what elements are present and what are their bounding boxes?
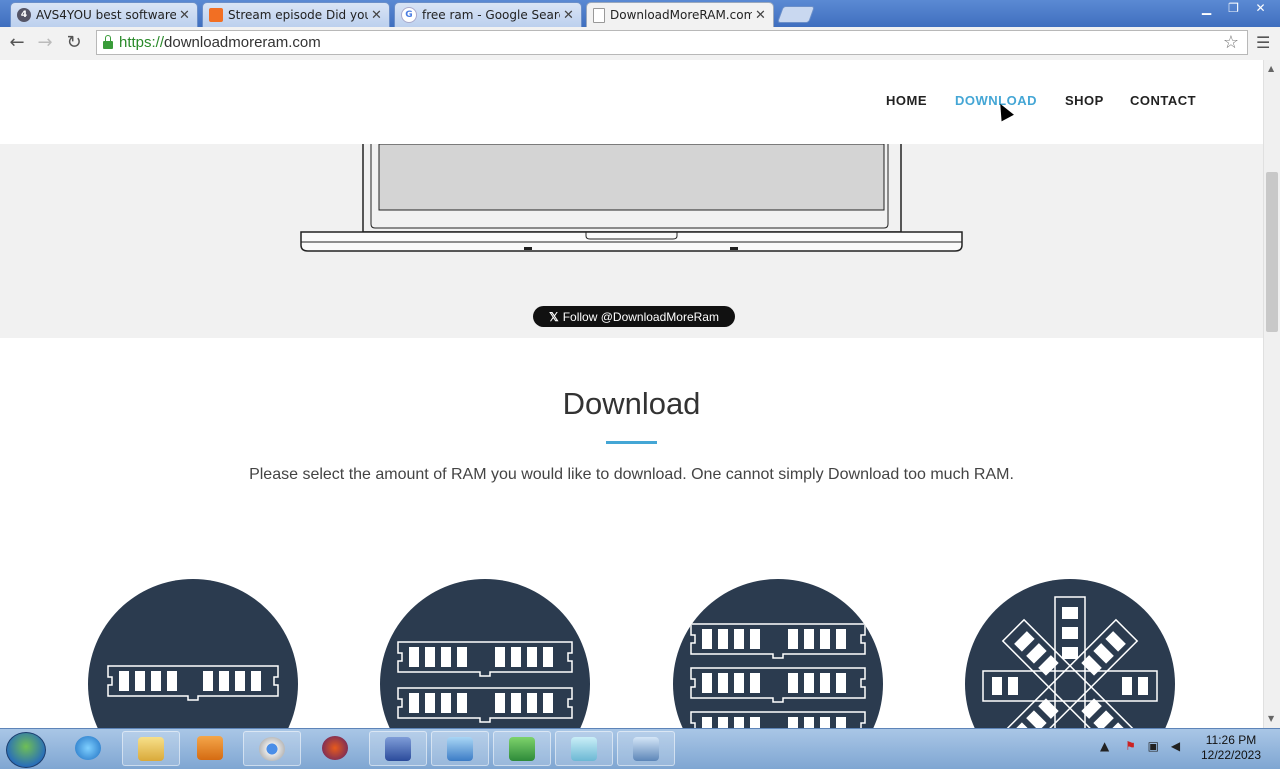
- url-text: https://downloadmoreram.com: [119, 34, 321, 51]
- ram-option-3-sticks[interactable]: [673, 579, 883, 728]
- taskbar-chrome[interactable]: [243, 731, 301, 766]
- close-icon[interactable]: ✕: [371, 8, 383, 23]
- bookmark-star-icon[interactable]: ☆: [1223, 32, 1239, 53]
- page-icon: [593, 7, 605, 23]
- app-icon: [571, 737, 597, 761]
- flag-icon[interactable]: ⚑: [1125, 739, 1136, 753]
- tab-title: free ram - Google Search: [422, 8, 560, 22]
- ram-option-2-sticks[interactable]: [380, 579, 590, 728]
- tab-title: AVS4YOU best software fo: [36, 8, 176, 22]
- page-viewport: HOME DOWNLOAD SHOP CONTACT 𝕏 Follow @Dow…: [0, 60, 1263, 728]
- taskbar-keyboard[interactable]: [369, 731, 427, 766]
- x-logo-icon: 𝕏: [549, 309, 559, 324]
- tab-downloadmoreram[interactable]: DownloadMoreRAM.com ✕: [586, 2, 774, 27]
- soundcloud-icon: [209, 8, 223, 22]
- close-icon[interactable]: ✕: [563, 8, 575, 23]
- clock-time: 11:26 PM: [1205, 733, 1257, 747]
- follow-label: Follow @DownloadMoreRam: [562, 309, 719, 324]
- ram-option-many-sticks[interactable]: [965, 579, 1175, 728]
- address-bar[interactable]: https://downloadmoreram.com ☆: [96, 30, 1248, 55]
- network-icon: [633, 737, 659, 761]
- nav-contact[interactable]: CONTACT: [1130, 93, 1196, 108]
- close-window-icon[interactable]: ✕: [1247, 0, 1274, 18]
- google-icon: G: [401, 7, 417, 23]
- ram-stick-icon: [107, 665, 279, 701]
- close-icon[interactable]: ✕: [179, 8, 191, 23]
- taskbar-media-player[interactable]: [182, 731, 240, 766]
- minimize-icon[interactable]: ▁: [1193, 0, 1220, 18]
- close-icon[interactable]: ✕: [755, 8, 767, 23]
- lock-icon: [103, 34, 113, 49]
- scroll-thumb[interactable]: [1266, 172, 1278, 332]
- restore-icon[interactable]: ❐: [1220, 0, 1247, 18]
- taskbar-control-panel[interactable]: [431, 731, 489, 766]
- new-tab-button[interactable]: [776, 6, 816, 23]
- taskbar-sync[interactable]: [493, 731, 551, 766]
- clock[interactable]: 11:26 PM 12/22/2023: [1196, 733, 1266, 763]
- window-controls: ▁ ❐ ✕: [1193, 0, 1274, 18]
- clock-date: 12/22/2023: [1200, 748, 1262, 762]
- ram-three-sticks-icon: [690, 623, 866, 728]
- volume-icon[interactable]: ◀: [1171, 739, 1180, 753]
- keyboard-icon: [385, 737, 411, 761]
- internet-explorer-icon: [75, 736, 101, 760]
- tab-title: Stream episode Did you p: [228, 8, 368, 22]
- section-title: Download: [562, 386, 701, 421]
- ram-option-1-stick[interactable]: [88, 579, 298, 728]
- nav-shop[interactable]: SHOP: [1065, 93, 1104, 108]
- control-panel-icon: [447, 737, 473, 761]
- hero-section: 𝕏 Follow @DownloadMoreRam: [0, 143, 1263, 338]
- scroll-up-icon[interactable]: ▲: [1268, 64, 1274, 73]
- menu-icon[interactable]: ☰: [1256, 33, 1270, 52]
- media-player-icon: [197, 736, 223, 760]
- twitter-follow-button[interactable]: 𝕏 Follow @DownloadMoreRam: [533, 306, 735, 327]
- browser-toolbar: ← → ↻ https://downloadmoreram.com ☆ ☰: [0, 27, 1280, 61]
- taskbar-app[interactable]: [555, 731, 613, 766]
- title-divider: [606, 441, 657, 444]
- taskbar-firefox[interactable]: [307, 731, 365, 766]
- section-subtitle: Please select the amount of RAM you woul…: [249, 466, 1014, 483]
- folder-icon: [138, 737, 164, 761]
- forward-icon[interactable]: →: [34, 32, 56, 54]
- back-icon[interactable]: ←: [6, 32, 28, 54]
- page-scrollbar[interactable]: ▲ ▼: [1263, 60, 1280, 728]
- start-button[interactable]: [6, 732, 46, 768]
- tab-stream-episode[interactable]: Stream episode Did you p ✕: [202, 2, 390, 27]
- taskbar: ▲ ⚑ ▣ ◀ 11:26 PM 12/22/2023: [0, 728, 1280, 769]
- taskbar-network[interactable]: [617, 731, 675, 766]
- taskbar-explorer[interactable]: [122, 731, 180, 766]
- nav-home[interactable]: HOME: [886, 93, 927, 108]
- site-header: HOME DOWNLOAD SHOP CONTACT: [0, 60, 1263, 144]
- reload-icon[interactable]: ↻: [63, 32, 85, 54]
- avs-icon: 4: [17, 8, 31, 22]
- tab-strip: 4 AVS4YOU best software fo ✕ Stream epis…: [0, 0, 1280, 27]
- taskbar-ie[interactable]: [60, 731, 118, 766]
- system-tray: ▲ ⚑ ▣ ◀: [1100, 739, 1180, 753]
- scroll-down-icon[interactable]: ▼: [1268, 714, 1274, 723]
- network-tray-icon[interactable]: ▣: [1148, 739, 1159, 753]
- chrome-icon: [259, 737, 285, 761]
- sync-icon: [509, 737, 535, 761]
- tab-title: DownloadMoreRAM.com: [610, 8, 752, 22]
- firefox-icon: [322, 736, 348, 760]
- tray-expand-icon[interactable]: ▲: [1100, 739, 1109, 753]
- ram-two-sticks-icon: [397, 641, 573, 723]
- tab-avs4you[interactable]: 4 AVS4YOU best software fo ✕: [10, 2, 198, 27]
- tab-google-search[interactable]: G free ram - Google Search ✕: [394, 2, 582, 27]
- ram-stacked-sticks-icon: [982, 596, 1158, 728]
